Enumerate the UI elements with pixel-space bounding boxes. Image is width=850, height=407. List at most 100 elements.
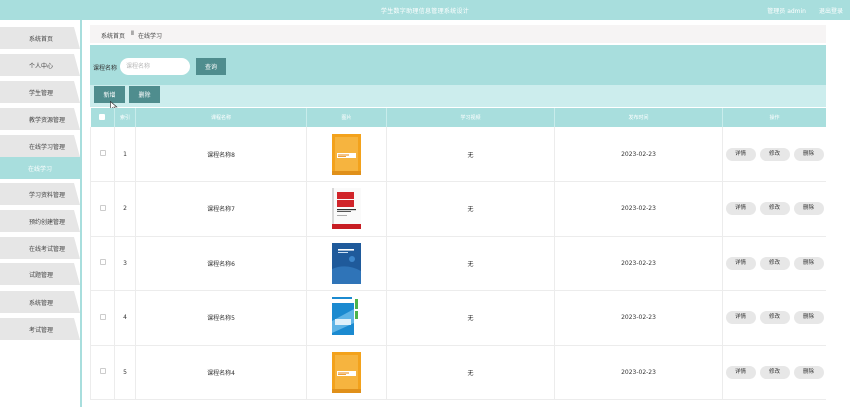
sidebar-item[interactable]: 系统管理 (0, 291, 80, 313)
course-image-cell (306, 236, 387, 291)
delete-button[interactable]: 删除 (793, 147, 824, 161)
grid-icon (0, 326, 20, 333)
edit-button[interactable]: 修改 (759, 365, 790, 379)
sidebar-item[interactable]: 教学资源管理 (0, 108, 80, 130)
row-select-cell (90, 236, 115, 291)
sidebar-item-label: 在线考试管理 (29, 245, 66, 253)
row-checkbox[interactable] (99, 368, 106, 375)
breadcrumb-home-link[interactable]: 系统首页 (101, 31, 125, 40)
course-image-cell (306, 345, 387, 400)
detail-button[interactable]: 详情 (725, 256, 756, 270)
course-table: 索引 课程名称 图片 学习视频 发布时间 操作 1 课程名称8 无 2023-02-23 详情 修改… (90, 108, 826, 400)
detail-button[interactable]: 详情 (725, 365, 756, 379)
search-input[interactable] (120, 58, 190, 75)
sidebar-item-label: 教学资源管理 (29, 116, 66, 124)
search-label: 课程名称 (93, 65, 118, 72)
column-header: 索引 (114, 108, 136, 127)
table-row: 2 课程名称7 无 2023-02-23 详情 修改 删除 (90, 181, 826, 237)
course-cover-image (332, 351, 361, 393)
row-select-cell (90, 290, 115, 346)
sidebar-item-label: 在线学习管理 (29, 143, 66, 151)
column-header: 操作 (722, 108, 826, 127)
sidebar-item[interactable]: 学习资料管理 (0, 183, 80, 205)
row-index: 3 (114, 236, 136, 291)
column-header: 学习视频 (386, 108, 555, 127)
row-actions: 详情 修改 删除 (722, 290, 826, 346)
course-name: 课程名称5 (135, 290, 307, 346)
edit-button[interactable]: 修改 (759, 147, 790, 161)
sidebar-item-label: 学习资料管理 (29, 191, 66, 199)
study-video: 无 (386, 236, 555, 291)
row-checkbox[interactable] (99, 204, 106, 211)
publish-date: 2023-02-23 (554, 181, 723, 237)
column-header[interactable] (90, 108, 115, 127)
stack-icon (0, 191, 20, 198)
course-name: 课程名称7 (135, 181, 307, 237)
current-user-label: 管理员 admin (767, 8, 806, 15)
row-select-cell (90, 345, 115, 400)
sidebar: 系统首页个人中心学生管理教学资源管理 在线学习管理在线学习学习资料管理预约创建管理… (0, 20, 82, 407)
sidebar-divider (80, 20, 82, 407)
detail-button[interactable]: 详情 (725, 311, 756, 325)
detail-button[interactable]: 详情 (725, 147, 756, 161)
sidebar-item[interactable]: 在线学习管理 (0, 135, 80, 157)
course-name: 课程名称4 (135, 345, 307, 400)
course-cover-image (332, 133, 361, 175)
action-bar: 新增 删除 (90, 85, 826, 111)
edit-button[interactable]: 修改 (759, 311, 790, 325)
sidebar-item[interactable]: 在线学习 (0, 157, 80, 179)
publish-date: 2023-02-23 (554, 236, 723, 291)
row-index: 4 (114, 290, 136, 346)
delete-button[interactable]: 删除 (793, 311, 824, 325)
row-select-cell (90, 127, 115, 182)
sidebar-item[interactable]: 考试管理 (0, 318, 80, 340)
home-icon (0, 35, 20, 42)
edit-button[interactable]: 修改 (759, 256, 790, 270)
sidebar-item[interactable]: 系统首页 (0, 27, 80, 49)
study-video: 无 (386, 290, 555, 346)
publish-date: 2023-02-23 (554, 345, 723, 400)
publish-date: 2023-02-23 (554, 290, 723, 346)
grid-icon (0, 299, 20, 306)
user-icon (0, 62, 20, 69)
detail-button[interactable]: 详情 (725, 202, 756, 216)
study-video: 无 (386, 127, 555, 182)
row-checkbox[interactable] (99, 259, 106, 266)
course-cover-image (332, 297, 361, 339)
row-actions: 详情 修改 删除 (722, 236, 826, 291)
batch-delete-button[interactable]: 删除 (129, 86, 160, 103)
delete-button[interactable]: 删除 (793, 365, 824, 379)
column-header: 图片 (306, 108, 387, 127)
table-header-row: 索引 课程名称 图片 学习视频 发布时间 操作 (90, 108, 826, 127)
logout-link[interactable]: 退出登录 (819, 6, 843, 15)
main-content: 系统首页 Ⅱ 在线学习 课程名称 查询 新增 删除 索引课程名称图片学习视频发布… (90, 20, 850, 407)
publish-date: 2023-02-23 (554, 127, 723, 182)
study-video: 无 (386, 345, 555, 400)
sidebar-item[interactable]: 个人中心 (0, 54, 80, 76)
sidebar-item[interactable]: 试题管理 (0, 263, 80, 285)
course-name: 课程名称6 (135, 236, 307, 291)
sidebar-item-label: 考试管理 (29, 326, 54, 334)
delete-button[interactable]: 删除 (793, 256, 824, 270)
course-table-container: 索引 课程名称 图片 学习视频 发布时间 操作 1 课程名称8 无 2023-02-23 详情 修改… (90, 108, 826, 407)
row-actions: 详情 修改 删除 (722, 127, 826, 182)
row-checkbox[interactable] (99, 150, 106, 156)
select-all-checkbox[interactable] (99, 113, 106, 120)
row-checkbox[interactable] (99, 313, 106, 320)
course-image-cell (306, 290, 387, 346)
table-row: 4 课程名称5 无 2023-02-23 详情 修改 删除 (90, 290, 826, 346)
top-header: 学生数字助理信息管理系统设计 管理员 admin 退出登录 (0, 0, 850, 20)
sidebar-item[interactable]: 在线考试管理 (0, 237, 80, 259)
course-image-cell (306, 181, 387, 237)
sidebar-item[interactable]: 预约创建管理 (0, 210, 80, 232)
search-button[interactable]: 查询 (196, 58, 226, 75)
flag-icon (0, 89, 20, 96)
delete-button[interactable]: 删除 (793, 202, 824, 216)
breadcrumb: 系统首页 Ⅱ 在线学习 (90, 25, 826, 43)
edit-button[interactable]: 修改 (759, 202, 790, 216)
sidebar-item-label: 个人中心 (29, 62, 54, 70)
sidebar-item-label: 试题管理 (29, 271, 54, 279)
sidebar-item[interactable]: 学生管理 (0, 81, 80, 103)
app-title: 学生数字助理信息管理系统设计 (380, 8, 470, 15)
course-image-cell (306, 127, 387, 182)
